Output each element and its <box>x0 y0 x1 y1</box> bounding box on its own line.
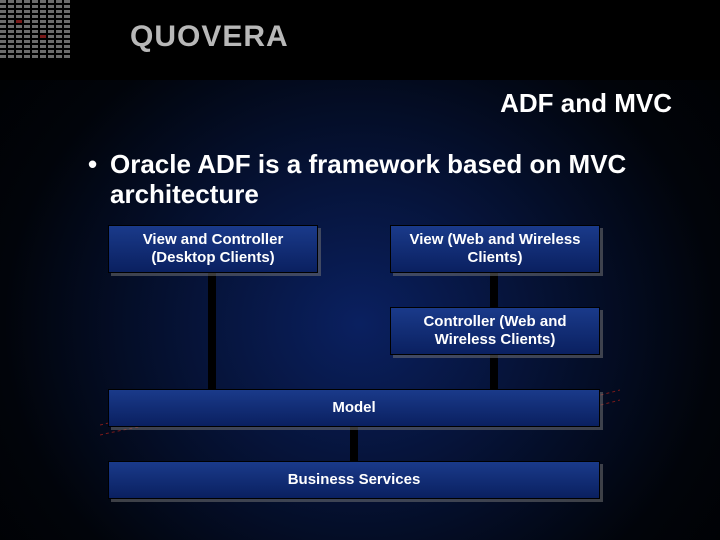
box-view-web: View (Web and Wireless Clients) <box>390 225 600 273</box>
box-controller-web: Controller (Web and Wireless Clients) <box>390 307 600 355</box>
connector-controller-to-model <box>490 355 498 389</box>
header: QUOVERA <box>0 0 720 80</box>
logo: QUOVERA <box>130 20 289 54</box>
box-view-desktop: View and Controller (Desktop Clients) <box>108 225 318 273</box>
box-business-services: Business Services <box>108 461 600 499</box>
connector-model-to-business <box>350 427 358 461</box>
slide: QUOVERA ADF and MVC Oracle ADF is a fram… <box>0 0 720 540</box>
connector-desktop-to-model <box>208 273 216 389</box>
slide-title: ADF and MVC <box>500 88 672 119</box>
mvc-diagram: View and Controller (Desktop Clients) Vi… <box>100 225 620 525</box>
box-model: Model <box>108 389 600 427</box>
bullet-point: Oracle ADF is a framework based on MVC a… <box>110 150 660 210</box>
connector-viewweb-to-controller <box>490 273 498 307</box>
accent-bars <box>0 0 120 80</box>
